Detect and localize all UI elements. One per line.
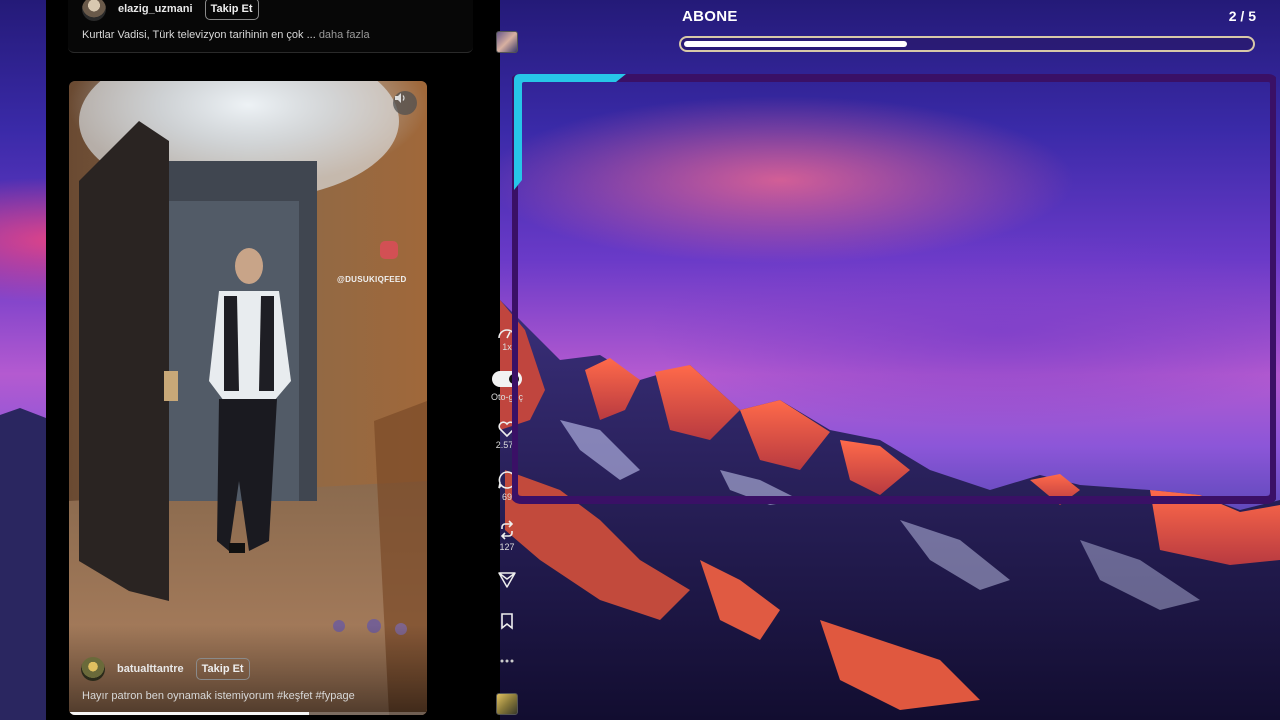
video-frame [69,81,427,715]
username[interactable]: elazig_uzmani [118,3,193,15]
volume-button[interactable] [393,91,417,115]
avatar[interactable] [82,0,106,21]
overlay-frame [512,72,1276,504]
repost-icon [500,520,514,540]
follow-button[interactable]: Takip Et [195,658,250,680]
more-options-button[interactable] [488,658,526,664]
video-feed-panel: elazig_uzmani Takip Et Kurtlar Vadisi, T… [46,0,523,720]
send-icon [498,572,516,588]
save-button[interactable] [488,612,526,630]
repost-button[interactable]: 127 [488,520,526,552]
follow-button[interactable]: Takip Et [204,0,259,20]
repost-count: 127 [499,542,515,552]
previous-post-caption: Kurtlar Vadisi, Türk televizyon tarihini… [82,29,370,41]
overlay-title: ABONE [682,8,738,25]
thumbnail-image [496,31,518,53]
speed-label: 1x [502,342,512,352]
overlay-progress-fill [684,41,907,47]
video-progress-fill [69,712,309,715]
share-button[interactable] [488,571,526,589]
more-link[interactable]: daha fazla [319,29,370,41]
previous-post-header: elazig_uzmani Takip Et [82,0,259,21]
caption-text: Kurtlar Vadisi, Türk televizyon tarihini… [82,29,316,41]
video-watermark: @DUSUKIQFEED [337,275,407,284]
thumbnail-image [496,693,518,715]
comment-count: 69 [501,492,512,502]
video-progress-bar[interactable] [69,712,427,715]
video-player[interactable]: @DUSUKIQFEED batualttantre Takip Et Hayı… [69,81,427,715]
avatar[interactable] [81,657,105,681]
bookmark-icon [501,613,513,630]
frame-border [512,74,1276,504]
next-post-thumbnail[interactable] [488,693,526,715]
previous-post: elazig_uzmani Takip Et Kurtlar Vadisi, T… [68,0,473,53]
previous-post-thumbnail[interactable] [488,31,526,53]
username[interactable]: batualttantre [117,663,184,675]
overlay-progress-bar [679,36,1255,52]
video-caption: Hayır patron ben oynamak istemiyorum #ke… [82,690,355,702]
speaker-icon [395,93,405,103]
step-counter: 2 / 5 [1228,8,1256,24]
more-horizontal-icon [500,659,514,663]
video-author-row: batualttantre Takip Et [81,657,250,681]
